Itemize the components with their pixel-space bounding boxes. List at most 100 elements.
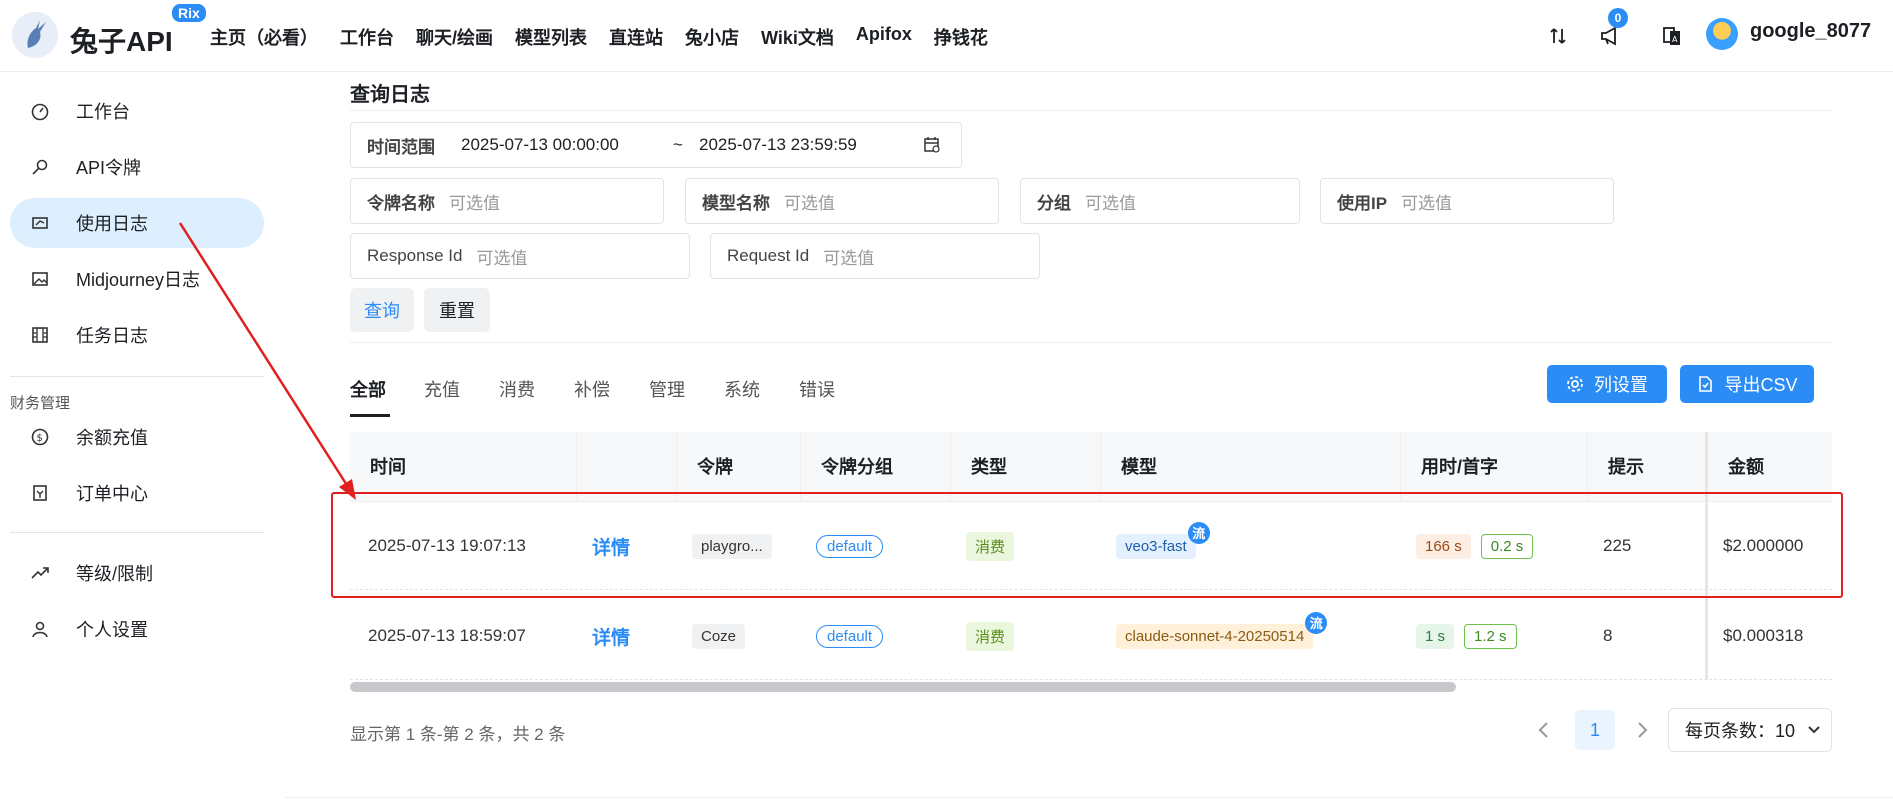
brand-logo[interactable] (12, 12, 58, 58)
prev-page-button[interactable] (1530, 716, 1558, 744)
sidebar-item-label: 等级/限制 (76, 564, 154, 584)
detail-link[interactable]: 详情 (592, 623, 630, 650)
nav-model-list[interactable]: 模型列表 (515, 24, 587, 50)
ip-field[interactable]: 使用IP 可选值 (1320, 178, 1614, 224)
image-icon (28, 267, 52, 291)
sidebar-item-orders[interactable]: 订单中心 (10, 468, 264, 518)
column-settings-button[interactable]: 列设置 (1547, 365, 1667, 403)
detail-link[interactable]: 详情 (592, 533, 630, 560)
col-model[interactable]: 模型 (1100, 432, 1400, 502)
sidebar-item-settings[interactable]: 个人设置 (10, 604, 264, 654)
sidebar-item-task-log[interactable]: 任务日志 (10, 310, 264, 360)
time-end[interactable]: 2025-07-13 23:59:59 (699, 135, 923, 155)
horizontal-scrollbar[interactable] (350, 682, 1456, 692)
switch-icon[interactable] (1546, 24, 1570, 48)
request-id-field[interactable]: Request Id 可选值 (710, 233, 1040, 279)
row-model-cell: claude-sonnet-4-20250514 流 (1100, 592, 1328, 680)
row-group-cell: default (800, 502, 884, 590)
model-tag[interactable]: veo3-fast 流 (1116, 521, 1210, 559)
type-tag: 消费 (966, 531, 1015, 561)
trend-icon (28, 561, 52, 585)
sidebar-item-label: 工作台 (76, 102, 130, 122)
order-icon (28, 481, 52, 505)
col-prompt[interactable]: 提示 (1587, 432, 1707, 502)
pagination-summary: 显示第 1 条-第 2 条，共 2 条 (350, 725, 566, 744)
sidebar-item-api-token[interactable]: API令牌 (10, 142, 264, 192)
time-range-picker[interactable]: 时间范围 2025-07-13 00:00:00 ~ 2025-07-13 23… (350, 122, 962, 168)
nav-direct[interactable]: 直连站 (609, 24, 663, 50)
brand-name[interactable]: 兔子API (70, 20, 173, 60)
model-name-label: 模型名称 (702, 193, 770, 213)
stream-badge: 流 (1305, 611, 1328, 634)
sidebar-item-workbench[interactable]: 工作台 (10, 86, 264, 136)
table-header: 时间 令牌 令牌分组 类型 模型 用时/首字 提示 金额 (350, 432, 1832, 502)
sidebar-item-label: 余额充值 (76, 428, 148, 448)
model-name-field[interactable]: 模型名称 可选值 (685, 178, 999, 224)
tab-recharge[interactable]: 充值 (424, 376, 460, 402)
divider (350, 342, 1832, 343)
svg-text:$: $ (37, 433, 43, 444)
sidebar-item-recharge[interactable]: $ 余额充值 (10, 412, 264, 462)
calendar-icon[interactable] (923, 136, 941, 154)
sidebar: 工作台 API令牌 使用日志 Midjourney日志 任务日志 财务管理 $ … (0, 72, 270, 801)
top-header: 兔子API Rix 主页（必看） 工作台 聊天/绘画 模型列表 直连站 兔小店 … (0, 0, 1893, 72)
log-icon (28, 211, 52, 235)
file-export-icon (1696, 375, 1714, 393)
tab-compensate[interactable]: 补偿 (574, 376, 610, 402)
tab-error[interactable]: 错误 (799, 376, 835, 402)
sidebar-item-label: 个人设置 (76, 620, 148, 640)
row-prompt: 8 (1603, 626, 1613, 645)
sidebar-item-level[interactable]: 等级/限制 (10, 548, 264, 598)
ip-placeholder: 可选值 (1401, 193, 1453, 213)
sidebar-item-label: 任务日志 (76, 326, 148, 346)
model-tag[interactable]: claude-sonnet-4-20250514 流 (1116, 611, 1328, 649)
first-token-tag: 0.2 s (1480, 533, 1534, 559)
nav-earn[interactable]: 挣钱花 (934, 24, 988, 50)
fixed-column-shadow (1705, 432, 1708, 680)
page-number[interactable]: 1 (1575, 710, 1615, 750)
chevron-right-icon (1635, 721, 1649, 739)
avatar[interactable] (1706, 18, 1738, 50)
col-time[interactable]: 时间 (350, 432, 576, 502)
group-field[interactable]: 分组 可选值 (1020, 178, 1300, 224)
model-name-placeholder: 可选值 (784, 193, 835, 213)
col-token[interactable]: 令牌 (676, 432, 800, 502)
next-page-button[interactable] (1628, 716, 1656, 744)
nav-shop[interactable]: 兔小店 (685, 24, 739, 50)
tab-all[interactable]: 全部 (350, 376, 386, 402)
col-type[interactable]: 类型 (950, 432, 1100, 502)
row-detail-cell: 详情 (576, 502, 630, 590)
col-token-group[interactable]: 令牌分组 (800, 432, 950, 502)
page-title: 查询日志 (350, 84, 430, 106)
nav-home[interactable]: 主页（必看） (210, 24, 318, 50)
nav-apifox[interactable]: Apifox (856, 24, 912, 50)
sidebar-item-label: Midjourney日志 (76, 270, 201, 290)
nav-chat-draw[interactable]: 聊天/绘画 (416, 24, 493, 50)
token-tag: playgro... (692, 533, 772, 559)
sidebar-divider (10, 532, 264, 533)
reset-button[interactable]: 重置 (424, 288, 490, 332)
username[interactable]: google_8077 (1750, 20, 1871, 43)
sidebar-item-midjourney-log[interactable]: Midjourney日志 (10, 254, 264, 304)
model-name: veo3-fast (1125, 537, 1187, 555)
query-button[interactable]: 查询 (350, 288, 414, 332)
tab-consume[interactable]: 消费 (499, 376, 535, 402)
nav-wiki[interactable]: Wiki文档 (761, 24, 834, 50)
nav-workbench[interactable]: 工作台 (340, 24, 394, 50)
row-detail-cell: 详情 (576, 592, 630, 680)
token-name-label: 令牌名称 (367, 193, 435, 213)
response-id-field[interactable]: Response Id 可选值 (350, 233, 690, 279)
time-start[interactable]: 2025-07-13 00:00:00 (461, 135, 673, 155)
sidebar-item-label: 使用日志 (76, 214, 148, 234)
col-detail (576, 432, 676, 502)
col-duration[interactable]: 用时/首字 (1400, 432, 1587, 502)
col-amount[interactable]: 金额 (1707, 432, 1832, 502)
sidebar-item-usage-log[interactable]: 使用日志 (10, 198, 264, 248)
page-size-select[interactable]: 每页条数：10 (1668, 708, 1832, 752)
export-csv-button[interactable]: 导出CSV (1680, 365, 1814, 403)
tab-system[interactable]: 系统 (724, 376, 760, 402)
tab-manage[interactable]: 管理 (649, 376, 685, 402)
token-name-field[interactable]: 令牌名称 可选值 (350, 178, 664, 224)
language-icon[interactable]: A (1660, 24, 1684, 48)
tab-underline (350, 414, 390, 417)
